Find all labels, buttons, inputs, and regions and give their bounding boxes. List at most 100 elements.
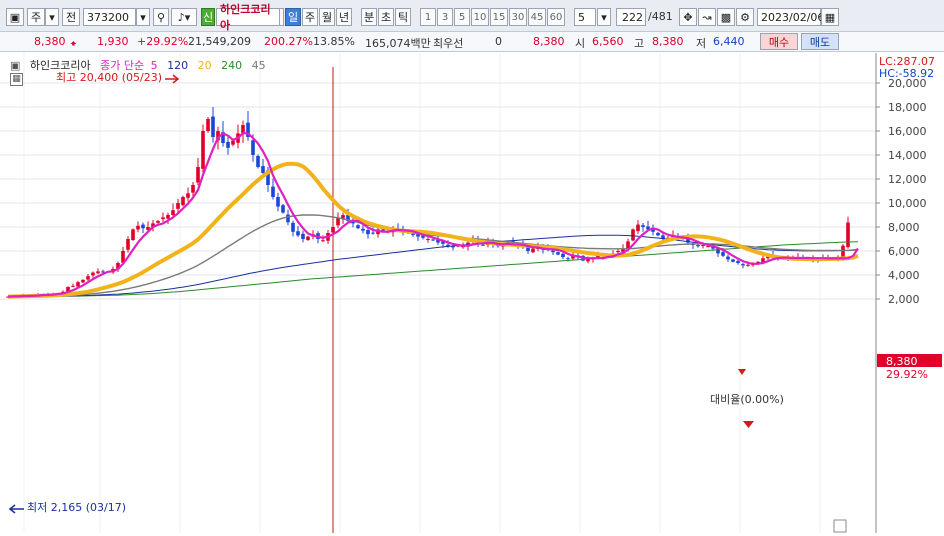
low-label: 저 xyxy=(696,37,707,50)
stock-name-field[interactable]: 하인크코리아 xyxy=(216,3,280,32)
candle-body xyxy=(126,239,130,250)
y-tick-label: 12,000 xyxy=(888,173,927,186)
best-ask-value: 8,380 xyxy=(533,35,565,48)
y-tick-label: 14,000 xyxy=(888,149,927,162)
candle-body xyxy=(91,272,95,276)
candle-body xyxy=(166,215,170,219)
y-tick-label: 16,000 xyxy=(888,125,927,138)
candle-body xyxy=(156,221,160,223)
interval-5[interactable]: 5 xyxy=(454,8,470,26)
last-pct-tag-text: 29.92% xyxy=(886,368,928,381)
crosshair-icon[interactable]: ✥ xyxy=(679,8,697,26)
legend-ma120[interactable]: 120 xyxy=(167,59,188,72)
legend-ma45[interactable]: 45 xyxy=(252,59,266,72)
date-input[interactable]: 2023/02/06 xyxy=(757,8,824,26)
candle-body xyxy=(696,245,700,247)
candle-body xyxy=(281,205,285,213)
candle-body xyxy=(136,225,140,230)
candle-body xyxy=(181,197,185,206)
up-arrow-icon: 🠹 xyxy=(70,37,77,50)
legend-ma20[interactable]: 20 xyxy=(198,59,212,72)
interval-10[interactable]: 10 xyxy=(471,8,489,26)
buy-button[interactable]: 매수 xyxy=(760,33,798,50)
interval-input[interactable]: 5 xyxy=(574,8,596,26)
search-icon[interactable]: ⚲ xyxy=(153,8,169,26)
count-input[interactable]: 222 xyxy=(616,8,646,26)
volume-ratio: 200.27% xyxy=(264,35,313,48)
stock-code-input[interactable]: 373200 xyxy=(83,8,136,26)
mode-button[interactable]: 전 xyxy=(62,8,80,26)
best-bid-label: 최우선 xyxy=(433,37,464,50)
total-count: /481 xyxy=(648,10,673,23)
candle-body xyxy=(81,279,85,283)
type-select[interactable]: 주 xyxy=(27,8,45,26)
legend-ma-label: 종가 단순 xyxy=(100,59,145,72)
best-bid-value: 0 xyxy=(495,35,502,48)
low-value: 6,440 xyxy=(713,35,745,48)
legend-ma5[interactable]: 5 xyxy=(151,59,158,72)
candle-body xyxy=(186,193,190,198)
candle-body xyxy=(301,233,305,239)
interval-3[interactable]: 3 xyxy=(437,8,453,26)
interval-15[interactable]: 15 xyxy=(490,8,508,26)
chevron-down-icon[interactable]: ▾ xyxy=(45,8,59,26)
interval-60[interactable]: 60 xyxy=(547,8,565,26)
period-week[interactable]: 주 xyxy=(302,8,318,26)
candle-body xyxy=(256,156,260,167)
interval-45[interactable]: 45 xyxy=(528,8,546,26)
candle-body xyxy=(131,229,135,241)
candle-body xyxy=(736,261,740,263)
legend-settings-icon[interactable]: ▣ xyxy=(10,59,20,72)
period-tick[interactable]: 틱 xyxy=(395,8,411,26)
scroll-box-icon[interactable] xyxy=(833,519,847,533)
period-year[interactable]: 년 xyxy=(336,8,352,26)
interval-dropdown-chevron-icon[interactable]: ▾ xyxy=(597,8,611,26)
candle-body xyxy=(636,224,640,232)
period-day[interactable]: 일 xyxy=(285,8,301,26)
candle-body xyxy=(556,252,560,255)
candle-body xyxy=(206,119,210,131)
trend-icon[interactable]: ↝ xyxy=(698,8,716,26)
all-time-low-label: 최저 2,165 (03/17) xyxy=(27,501,126,514)
candle-body xyxy=(231,140,235,145)
calendar-icon[interactable]: ▦ xyxy=(821,8,839,26)
candle-body xyxy=(481,244,485,246)
save-icon[interactable]: ▩ xyxy=(717,8,735,26)
legend-stock-name: 하인크코리아 xyxy=(29,59,91,72)
interval-30[interactable]: 30 xyxy=(509,8,527,26)
candle-body xyxy=(846,222,850,248)
candle-body xyxy=(226,141,230,148)
ratio-label: 대비율(0.00%) xyxy=(710,393,784,406)
candle-body xyxy=(71,285,75,287)
candle-body xyxy=(841,245,845,258)
speaker-icon[interactable]: ♪▾ xyxy=(171,8,197,26)
legend-ma240[interactable]: 240 xyxy=(221,59,242,72)
candle-body xyxy=(96,271,100,274)
candle-body xyxy=(586,259,590,262)
candle-body xyxy=(271,186,275,197)
sell-button[interactable]: 매도 xyxy=(801,33,839,50)
period-minute[interactable]: 분 xyxy=(361,8,377,26)
candle-body xyxy=(141,224,145,229)
candle-body xyxy=(276,197,280,207)
layout-icon[interactable]: ▣ xyxy=(6,8,24,26)
grid-toggle-icon[interactable]: ▦ xyxy=(10,73,23,86)
interval-1[interactable]: 1 xyxy=(420,8,436,26)
period-second[interactable]: 초 xyxy=(378,8,394,26)
candle-body xyxy=(426,239,430,240)
price-chart-area[interactable]: 20,000 18,000 16,000 14,000 12,000 10,000 8,00… xyxy=(0,53,944,533)
candle-body xyxy=(76,282,80,287)
candle-body xyxy=(296,231,300,236)
quote-bar: 8,380 🠹 1,930 +29.92% 21,549,209 200.27%… xyxy=(0,32,944,52)
candle-body xyxy=(161,217,165,220)
period-month[interactable]: 월 xyxy=(319,8,335,26)
candle-body xyxy=(641,225,645,227)
candle-body xyxy=(551,250,555,253)
candle-body xyxy=(561,253,565,257)
candle-body xyxy=(286,214,290,223)
candle-body xyxy=(201,131,205,169)
candle-body xyxy=(746,264,750,266)
code-dropdown-chevron-icon[interactable]: ▾ xyxy=(136,8,150,26)
gear-icon[interactable]: ⚙ xyxy=(736,8,754,26)
candlestick-chart[interactable]: 20,00018,00016,00014,00012,00010,0008,00… xyxy=(0,53,944,533)
